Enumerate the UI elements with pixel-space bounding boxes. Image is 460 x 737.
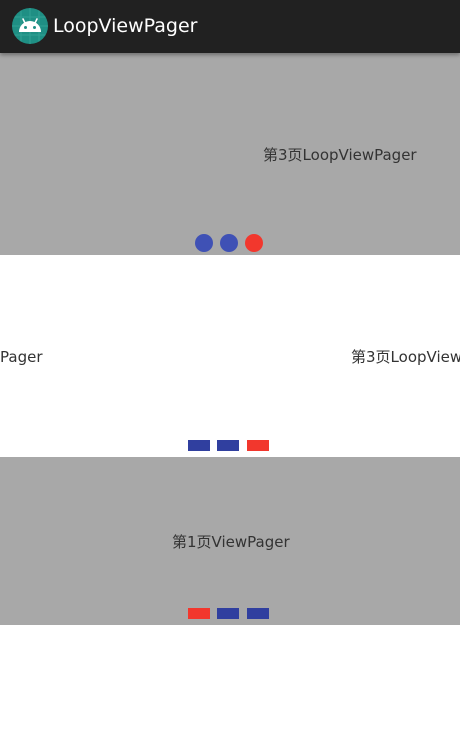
page-label: 第1页ViewPager (172, 533, 290, 551)
indicator-bar-1-active[interactable] (188, 608, 210, 619)
android-icon (12, 8, 48, 44)
indicator-dot-3-active[interactable] (245, 234, 263, 252)
indicator-bar-3-active[interactable] (247, 440, 269, 451)
indicator-bar-1[interactable] (188, 440, 210, 451)
indicator-bar-3[interactable] (247, 608, 269, 619)
page-label-right: 第3页LoopView (351, 348, 460, 366)
empty-content-area (0, 625, 460, 737)
page-label-left: Pager (0, 348, 43, 366)
app-title: LoopViewPager (53, 15, 198, 37)
indicator-dot-1[interactable] (195, 234, 213, 252)
loop-view-pager-bar[interactable]: Pager 第3页LoopView (0, 255, 460, 457)
app-bar: LoopViewPager (0, 0, 460, 53)
view-pager-bar[interactable]: 第1页ViewPager (0, 457, 460, 625)
loop-view-pager-circle[interactable]: 第3页LoopViewPager (0, 53, 460, 255)
app-screen: LoopViewPager 第3页LoopViewPager Pager 第3页… (0, 0, 460, 737)
indicator-bar-2[interactable] (217, 608, 239, 619)
indicator-dot-2[interactable] (220, 234, 238, 252)
indicator-bar-2[interactable] (217, 440, 239, 451)
page-label: 第3页LoopViewPager (263, 146, 417, 164)
